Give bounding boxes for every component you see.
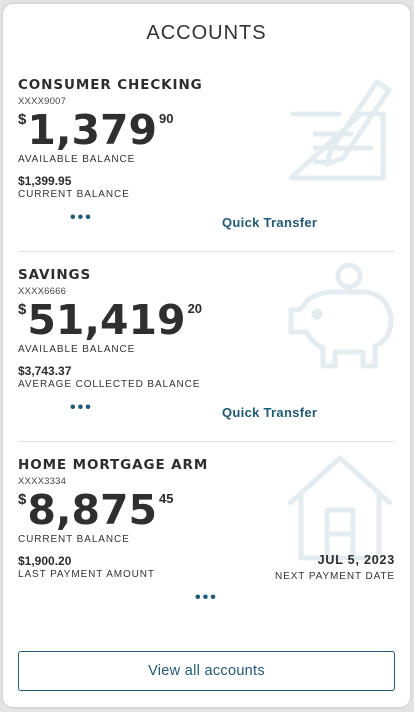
amount-main: 8,875 — [27, 486, 158, 534]
more-options-icon[interactable]: ••• — [70, 209, 93, 227]
secondary-label: CURRENT BALANCE — [18, 189, 130, 200]
amount-cents: 45 — [159, 491, 174, 506]
next-payment-date: JUL 5, 2023 — [317, 553, 395, 567]
divider — [18, 251, 395, 252]
amount-main: 1,379 — [27, 106, 158, 154]
currency-symbol: $ — [18, 111, 27, 128]
more-options-icon[interactable]: ••• — [195, 589, 218, 607]
primary-label: CURRENT BALANCE — [18, 534, 130, 545]
amount-main: 51,419 — [27, 296, 186, 344]
primary-label: AVAILABLE BALANCE — [18, 154, 136, 165]
secondary-label: AVERAGE COLLECTED BALANCE — [18, 379, 201, 390]
primary-label: AVAILABLE BALANCE — [18, 344, 136, 355]
secondary-value: $3,743.37 — [18, 364, 72, 378]
more-options-icon[interactable]: ••• — [70, 399, 93, 417]
secondary-value: $1,399.95 — [18, 174, 72, 188]
currency-symbol: $ — [18, 491, 27, 508]
balance-amount: $ 8,875 45 — [18, 488, 395, 532]
balance-amount: $ 1,379 90 — [18, 108, 395, 152]
divider — [18, 441, 395, 442]
page-title: ACCOUNTS — [146, 22, 267, 44]
view-all-accounts-button[interactable]: View all accounts — [18, 651, 395, 691]
quick-transfer-link[interactable]: Quick Transfer — [222, 215, 317, 230]
balance-amount: $ 51,419 20 — [18, 298, 395, 342]
next-payment-label: NEXT PAYMENT DATE — [275, 571, 395, 582]
quick-transfer-link[interactable]: Quick Transfer — [222, 405, 317, 420]
account-name[interactable]: CONSUMER CHECKING — [18, 77, 395, 93]
account-savings[interactable]: SAVINGS XXXX6666 $ 51,419 20 AVAILABLE B… — [18, 267, 395, 390]
accounts-card: ACCOUNTS CONSUMER CHECKING XXXX9007 $ 1,… — [3, 4, 410, 707]
account-checking[interactable]: CONSUMER CHECKING XXXX9007 $ 1,379 90 AV… — [18, 77, 395, 200]
amount-cents: 90 — [159, 111, 174, 126]
account-name[interactable]: SAVINGS — [18, 267, 395, 283]
account-name[interactable]: HOME MORTGAGE ARM — [18, 457, 395, 473]
amount-cents: 20 — [187, 301, 203, 316]
currency-symbol: $ — [18, 301, 27, 318]
